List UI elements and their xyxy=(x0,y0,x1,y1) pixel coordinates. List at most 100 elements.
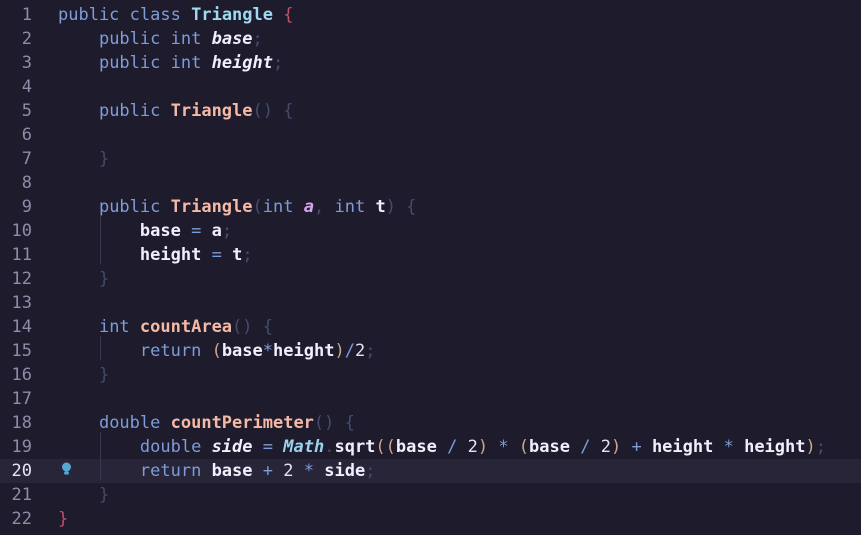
code-line[interactable]: 22} xyxy=(0,507,861,531)
code-token: int xyxy=(170,53,202,73)
code-token: () { xyxy=(313,413,355,433)
code-token: 2 xyxy=(600,437,611,457)
line-number: 12 xyxy=(11,269,32,289)
code-token: ; xyxy=(815,437,826,457)
code-token: ; xyxy=(273,53,284,73)
code-token: { xyxy=(283,5,294,25)
code-line[interactable]: 7 } xyxy=(0,147,861,171)
code-token: / xyxy=(436,437,468,457)
code-line[interactable]: 2 public int base; xyxy=(0,27,861,51)
code-line[interactable]: 13 xyxy=(0,291,861,315)
code-line[interactable]: 1 public class Triangle { xyxy=(0,3,861,27)
code-token: + xyxy=(621,437,652,457)
code-token: / xyxy=(570,437,601,457)
code-line[interactable]: 12 } xyxy=(0,267,861,291)
code-editor[interactable]: 1 public class Triangle {2 public int bas… xyxy=(0,0,861,535)
code-token: } xyxy=(58,509,69,529)
lightbulb-icon[interactable] xyxy=(61,462,72,476)
code-token: height xyxy=(211,53,274,73)
code-line[interactable]: 3 public int height; xyxy=(0,51,861,75)
code-token: double xyxy=(139,437,202,457)
line-number: 22 xyxy=(11,509,32,529)
line-number: 7 xyxy=(21,149,32,169)
code-token: * xyxy=(488,437,519,457)
code-token: class xyxy=(129,5,181,25)
code-token: height xyxy=(744,437,806,457)
code-token: public xyxy=(98,101,161,121)
line-number: 10 xyxy=(11,221,32,241)
code-token: ( xyxy=(211,341,222,361)
code-line[interactable]: 5 public Triangle() { xyxy=(0,99,861,123)
line-number: 16 xyxy=(11,365,32,385)
code-line[interactable]: 10 base = a; xyxy=(0,219,861,243)
code-token: ) xyxy=(805,437,816,457)
code-line[interactable]: 17 xyxy=(0,387,861,411)
code-token: side xyxy=(324,461,366,481)
code-line[interactable]: 15 return (base*height)/2; xyxy=(0,339,861,363)
code-token: ( xyxy=(518,437,530,457)
code-token: ; xyxy=(242,245,253,265)
code-token: public xyxy=(98,53,161,73)
code-token: , xyxy=(313,197,335,217)
code-token: } xyxy=(98,269,110,289)
code-line[interactable]: 18 double countPerimeter() { xyxy=(0,411,861,435)
code-line[interactable]: 11 height = t; xyxy=(0,243,861,267)
code-text: int countArea() { xyxy=(58,315,273,339)
code-token: () { xyxy=(232,317,273,337)
code-token: = xyxy=(211,245,222,265)
code-token: 2 xyxy=(283,461,294,481)
code-token: countArea xyxy=(139,317,233,337)
code-text: return base + 2 * side; xyxy=(58,459,376,483)
indent-guide xyxy=(100,336,101,360)
code-token: int xyxy=(170,29,202,49)
code-line[interactable]: 16 } xyxy=(0,363,861,387)
code-token: ; xyxy=(221,221,233,241)
code-token: ) xyxy=(477,437,489,457)
code-text: } xyxy=(58,483,109,507)
code-line[interactable]: 21 } xyxy=(0,483,861,507)
code-token: t xyxy=(232,245,243,265)
code-token: side xyxy=(211,437,253,457)
indent-guide xyxy=(100,432,101,480)
code-token: return xyxy=(139,341,202,361)
line-number: 19 xyxy=(11,437,32,457)
code-line[interactable]: 9 public Triangle(int a, int t) { xyxy=(0,195,861,219)
line-number: 18 xyxy=(11,413,32,433)
code-token: return xyxy=(139,461,202,481)
code-line[interactable]: 6 xyxy=(0,123,861,147)
code-text: public Triangle() { xyxy=(58,99,294,123)
code-line[interactable]: 14 int countArea() { xyxy=(0,315,861,339)
code-line[interactable]: 20 return base + 2 * side; xyxy=(0,459,861,483)
code-token: ; xyxy=(365,341,376,361)
code-line[interactable]: 4 xyxy=(0,75,861,99)
code-token: } xyxy=(98,485,110,505)
code-token: * xyxy=(303,461,315,481)
code-token: base xyxy=(395,437,437,457)
code-text: public class Triangle { xyxy=(58,3,294,27)
code-token: ) xyxy=(334,341,345,361)
code-line[interactable]: 8 xyxy=(0,171,861,195)
line-number: 5 xyxy=(21,101,32,121)
code-line[interactable]: 19 double side = Math.sqrt((base / 2) * … xyxy=(0,435,861,459)
line-number: 2 xyxy=(21,29,32,49)
code-text: } xyxy=(58,267,109,291)
